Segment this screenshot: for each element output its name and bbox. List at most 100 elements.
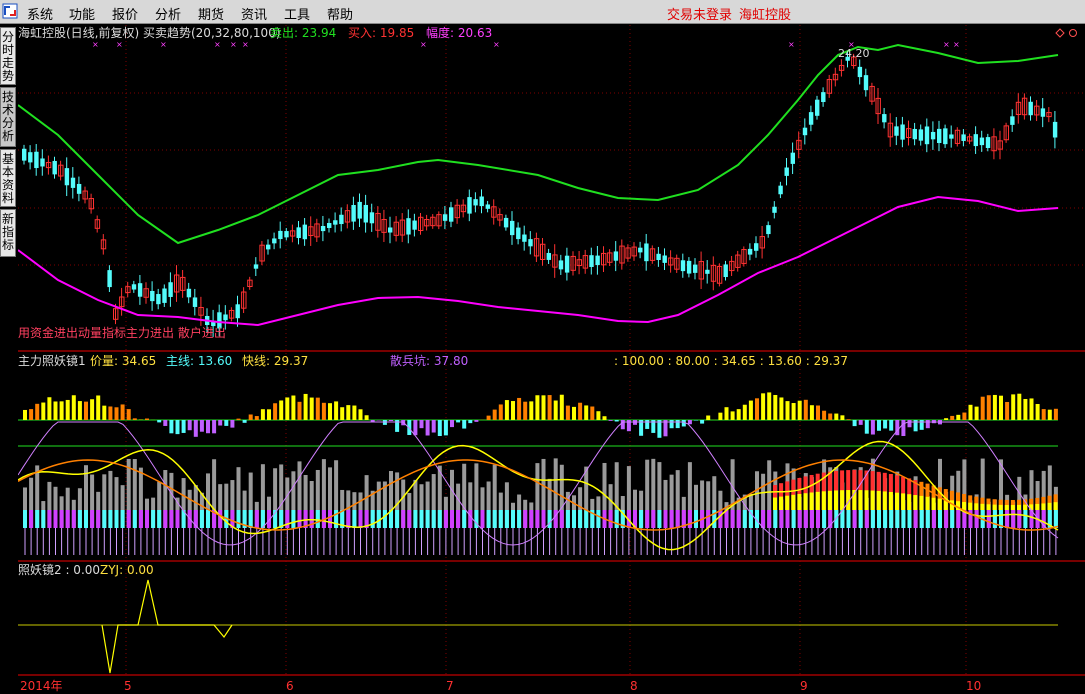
candle-body	[137, 283, 143, 297]
candle-body	[479, 196, 484, 207]
tab-technical[interactable]: 技术分析	[0, 87, 16, 147]
base-bar	[669, 510, 674, 528]
candle-body	[168, 282, 173, 297]
candle-body	[815, 99, 820, 116]
base-bar	[529, 510, 534, 528]
volume-bar	[578, 402, 583, 420]
base-bar	[395, 510, 400, 528]
base-bar	[59, 510, 64, 528]
menu-tools[interactable]: 工具	[284, 4, 310, 23]
volume-bar	[1035, 404, 1040, 420]
candle-body	[943, 128, 948, 145]
candle-body	[900, 124, 905, 140]
volume-bar	[504, 400, 509, 420]
tab-new-indicator[interactable]: 新指标	[0, 209, 16, 257]
candle-body	[1040, 108, 1046, 117]
axis-label-aug: 8	[630, 679, 638, 693]
signal-marker: ×	[788, 40, 795, 49]
base-bar	[71, 510, 76, 528]
menu-futures[interactable]: 期货	[198, 4, 224, 23]
base-bar	[120, 510, 125, 528]
menu-function[interactable]: 功能	[69, 4, 95, 23]
volume-bar	[1041, 409, 1046, 420]
candle-body	[558, 260, 564, 270]
base-bar	[199, 510, 204, 528]
menu-info[interactable]: 资讯	[241, 4, 267, 23]
candle-body	[973, 134, 978, 147]
menu-help[interactable]: 帮助	[327, 4, 353, 23]
candle-body	[28, 152, 33, 163]
peak-price-label: 24.20	[838, 47, 870, 60]
volume-bar	[273, 403, 278, 420]
base-bar	[401, 510, 406, 528]
volume-bar	[614, 420, 619, 422]
candle-body	[266, 244, 271, 250]
base-bar	[584, 510, 589, 528]
base-bar	[852, 510, 857, 528]
base-bar	[41, 510, 46, 528]
base-bar	[108, 510, 113, 528]
volume-bar	[992, 394, 997, 420]
candle-body	[644, 243, 649, 262]
volume-bar	[687, 420, 692, 425]
heat-bar	[907, 494, 912, 510]
base-bar	[687, 510, 692, 528]
chart-area[interactable]: × × × × × × × × × × × × 海虹控股(日线,前复权) 买卖趋势(20,32,80,…	[18, 25, 1085, 694]
base-bar	[96, 510, 101, 528]
volume-bar	[944, 418, 949, 420]
volume-bar	[718, 412, 723, 420]
login-status[interactable]: 交易未登录	[667, 4, 732, 23]
candle-body	[1028, 101, 1033, 116]
volume-bar	[163, 420, 168, 426]
volume-bar	[218, 420, 223, 426]
volume-bar	[236, 418, 241, 420]
candle-body	[778, 185, 783, 195]
base-bar	[779, 510, 784, 528]
volume-bar	[883, 420, 888, 429]
volume-bar	[248, 414, 253, 420]
volume-bar	[657, 420, 662, 438]
base-bar	[614, 510, 619, 528]
menu-analysis[interactable]: 分析	[155, 4, 181, 23]
volume-bar	[321, 402, 326, 420]
heat-bar	[968, 502, 973, 510]
volume-bar	[315, 397, 320, 420]
base-bar	[730, 510, 735, 528]
axis-label-jul: 7	[446, 679, 454, 693]
menu-quote[interactable]: 报价	[112, 4, 138, 23]
candle-body	[467, 197, 472, 214]
base-bar	[517, 510, 522, 528]
volume-bar	[547, 395, 552, 420]
base-bar	[608, 510, 613, 528]
candle-body	[235, 304, 240, 319]
menu-system[interactable]: 系统	[27, 4, 53, 23]
volume-bar	[962, 412, 967, 420]
volume-bar	[175, 420, 180, 435]
base-bar	[328, 510, 332, 528]
candle-body	[705, 269, 710, 274]
base-bar	[114, 510, 119, 528]
base-bar	[352, 510, 357, 528]
signal-marker: ×	[420, 40, 427, 49]
heat-bar	[785, 495, 790, 510]
base-bar	[35, 510, 40, 528]
volume-bar	[59, 401, 64, 420]
volume-bar	[736, 409, 741, 420]
tab-fundamentals[interactable]: 基本资料	[0, 149, 16, 207]
candle-body	[192, 297, 198, 307]
heat-bar	[992, 504, 997, 510]
candle-body	[156, 294, 161, 305]
signal-marker: ×	[230, 40, 237, 49]
volume-bar	[700, 420, 705, 424]
base-bar	[456, 510, 461, 528]
tab-intraday[interactable]: 分时走势	[0, 27, 16, 85]
base-bar	[236, 510, 241, 528]
volume-bar	[169, 420, 174, 434]
volume-bar	[517, 397, 522, 420]
volume-bar	[877, 420, 881, 431]
base-bar	[425, 510, 430, 528]
volume-bar	[986, 395, 991, 420]
volume-bar	[352, 405, 357, 420]
volume-bar	[53, 401, 58, 420]
candle-body	[64, 168, 70, 186]
